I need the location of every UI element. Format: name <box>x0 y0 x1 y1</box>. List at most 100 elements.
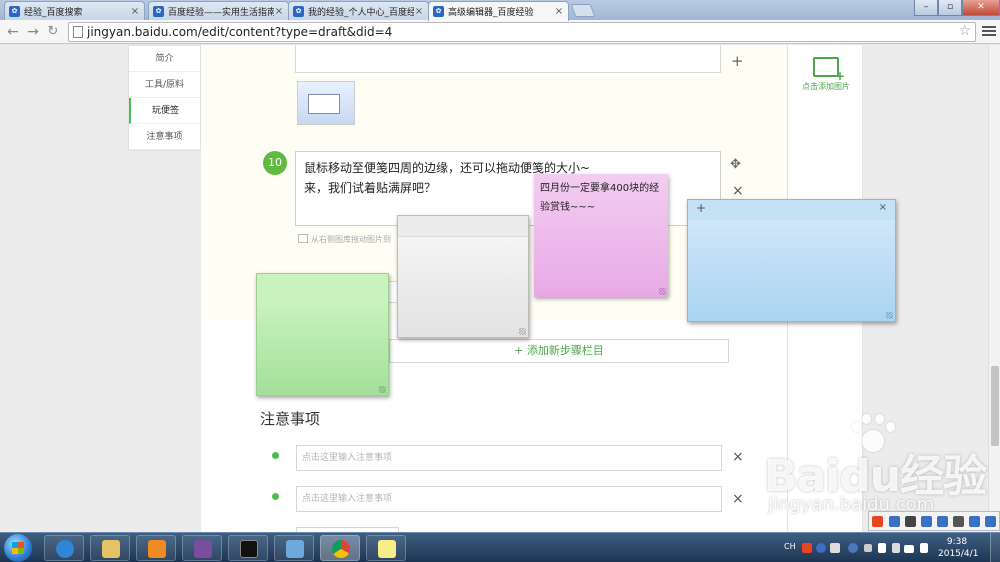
bookmark-star-icon[interactable]: ☆ <box>958 23 971 39</box>
volume-icon[interactable] <box>920 543 928 553</box>
show-hidden-icons[interactable] <box>864 544 872 552</box>
taskbar-cmd[interactable] <box>228 535 268 561</box>
resize-grip-icon[interactable] <box>659 288 666 295</box>
tab-close-icon[interactable]: × <box>130 6 140 17</box>
tab-title: 高级编辑器_百度经验 <box>448 8 534 18</box>
maximize-button[interactable]: ▫ <box>938 0 962 16</box>
keyboard-icon[interactable] <box>953 516 964 527</box>
punctuation-icon[interactable] <box>905 516 916 527</box>
window-close-button[interactable]: ✕ <box>962 0 1000 16</box>
sticky-note-blue[interactable]: + × <box>687 199 896 322</box>
resize-grip-icon[interactable] <box>519 328 526 335</box>
help-icon[interactable] <box>816 543 826 553</box>
nav-item-steps[interactable]: 玩便签 <box>129 98 200 124</box>
input-language[interactable]: CH <box>784 542 796 551</box>
taskbar-clock[interactable]: 9:38 2015/4/1 <box>938 536 978 560</box>
folder-icon <box>102 540 120 558</box>
previous-step-textbox[interactable] <box>295 45 721 73</box>
sticky-note-white[interactable] <box>397 215 529 338</box>
note-input-2[interactable] <box>296 486 722 512</box>
note-input-1[interactable] <box>296 445 722 471</box>
clock-time: 9:38 <box>946 537 968 547</box>
baidu-favicon-icon: ✿ <box>433 6 444 17</box>
close-note-icon[interactable]: × <box>879 202 887 213</box>
tab-my-jingyan[interactable]: ✿ 我的经验_个人中心_百度经验 × <box>288 1 429 20</box>
taskbar-chrome[interactable] <box>320 535 360 561</box>
tab-close-icon[interactable]: × <box>554 6 564 17</box>
back-button[interactable]: ← <box>4 23 22 41</box>
nav-item-intro[interactable]: 简介 <box>129 46 200 72</box>
paint-icon <box>286 540 304 558</box>
taskbar-explorer[interactable] <box>90 535 130 561</box>
address-bar[interactable]: ☆ <box>68 22 976 42</box>
sticky-note-pink[interactable]: 四月份一定要拿400块的经验赏钱~~~ <box>534 174 668 297</box>
tab-close-icon[interactable]: × <box>414 6 424 17</box>
nav-item-notes[interactable]: 注意事项 <box>129 124 200 150</box>
tab-title: 我的经验_个人中心_百度经验 <box>308 7 414 18</box>
delete-step-icon[interactable]: × <box>732 183 744 199</box>
new-tab-button[interactable] <box>570 4 596 17</box>
sticky-note-text[interactable]: 四月份一定要拿400块的经验赏钱~~~ <box>534 174 668 222</box>
chrome-menu-icon[interactable] <box>982 24 996 40</box>
sogou-icon[interactable] <box>872 516 883 527</box>
taskbar-game-app[interactable] <box>182 535 222 561</box>
ime-pad-icon[interactable] <box>830 543 840 553</box>
delete-note-2-icon[interactable]: × <box>732 491 744 507</box>
taskbar-sticky-notes[interactable] <box>366 535 406 561</box>
add-picture-icon <box>813 57 845 83</box>
sogou-tray-icon[interactable] <box>802 543 812 553</box>
taskbar-paint[interactable] <box>274 535 314 561</box>
tab-title: 经验_百度搜索 <box>24 7 83 18</box>
forward-button[interactable]: → <box>24 23 42 41</box>
step-image-thumbnail[interactable] <box>297 81 355 125</box>
hint-text: 从右侧图库拖动图片到 <box>311 235 391 244</box>
tray-app-icon[interactable] <box>848 543 858 553</box>
ime-mode-icon[interactable] <box>889 516 900 527</box>
show-desktop-button[interactable] <box>990 533 1000 562</box>
sticky-title-bar[interactable] <box>398 216 528 237</box>
add-image-label: 点击添加图片 <box>802 82 850 91</box>
move-step-icon[interactable]: ✥ <box>730 157 741 172</box>
add-image-button[interactable]: 点击添加图片 <box>788 49 864 92</box>
note-bullet-icon <box>272 452 279 459</box>
taskbar-ie[interactable] <box>44 535 84 561</box>
chrome-icon <box>332 540 350 558</box>
sticky-notes-icon <box>378 540 396 558</box>
delete-note-1-icon[interactable]: × <box>732 449 744 465</box>
tab-jingyan-search[interactable]: ✿ 经验_百度搜索 × <box>4 1 145 20</box>
sticky-title-bar[interactable] <box>257 274 388 295</box>
nav-item-tools[interactable]: 工具/原料 <box>129 72 200 98</box>
network-icon[interactable] <box>904 545 914 553</box>
tab-jingyan-home[interactable]: ✿ 百度经验——实用生活指南 × <box>148 1 289 20</box>
add-step-button[interactable]: + 添加新步骤栏目 <box>389 339 729 363</box>
voice-icon[interactable] <box>921 516 932 527</box>
tab-close-icon[interactable]: × <box>274 6 284 17</box>
taskbar-media-player[interactable] <box>136 535 176 561</box>
emoji-icon[interactable] <box>937 516 948 527</box>
minimize-button[interactable]: – <box>914 0 938 16</box>
image-hint-icon <box>298 234 308 243</box>
left-outline-nav: 简介 工具/原料 玩便签 注意事项 <box>128 45 201 151</box>
add-image-plus-icon[interactable]: + <box>731 52 744 70</box>
baidu-favicon-icon: ✿ <box>293 5 304 17</box>
cmd-icon <box>240 540 258 558</box>
browser-toolbar: ← → ↻ ☆ <box>0 20 1000 44</box>
windows-taskbar: CH 9:38 2015/4/1 <box>0 532 1000 562</box>
tab-advanced-editor[interactable]: ✿ 高级编辑器_百度经验 × <box>428 1 569 21</box>
new-note-plus-icon[interactable]: + <box>696 201 706 215</box>
resize-grip-icon[interactable] <box>379 386 386 393</box>
baidu-favicon-icon: ✿ <box>9 5 20 17</box>
start-button[interactable] <box>4 534 32 562</box>
sticky-title-bar[interactable]: + × <box>688 200 895 220</box>
device-icon[interactable] <box>892 543 900 553</box>
game-app-icon <box>194 540 212 558</box>
tools-icon[interactable] <box>985 516 996 527</box>
reload-button[interactable]: ↻ <box>44 23 62 41</box>
flag-icon[interactable] <box>878 543 886 553</box>
url-input[interactable] <box>87 24 947 40</box>
sticky-note-green[interactable] <box>256 273 389 396</box>
system-tray: CH 9:38 2015/4/1 <box>780 533 1000 562</box>
skin-icon[interactable] <box>969 516 980 527</box>
resize-grip-icon[interactable] <box>886 312 893 319</box>
page-icon <box>73 26 83 38</box>
